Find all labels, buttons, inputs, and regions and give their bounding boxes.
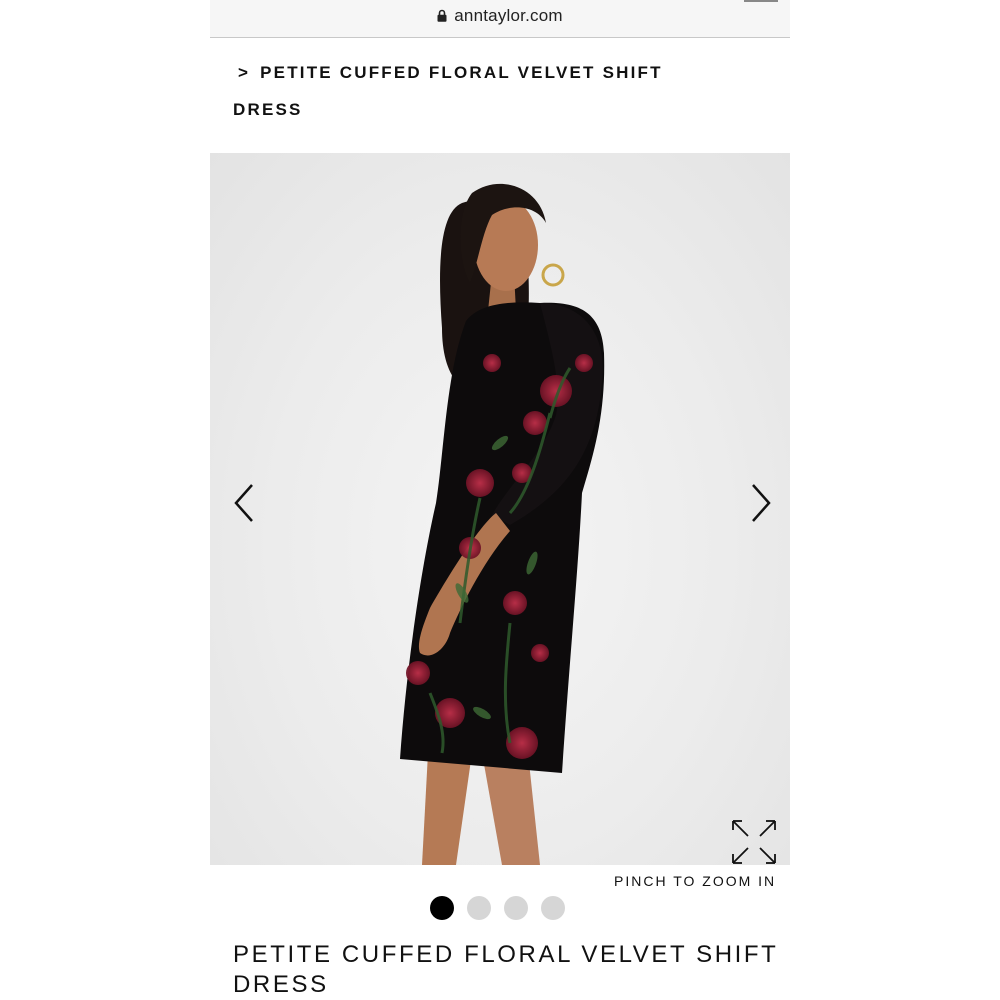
chevron-right-icon	[752, 484, 771, 522]
url-text: anntaylor.com	[454, 6, 563, 25]
carousel-dot-4[interactable]	[541, 896, 565, 920]
carousel-pagination	[430, 896, 565, 920]
chevron-left-icon	[234, 484, 253, 522]
breadcrumb-separator: >	[238, 63, 251, 82]
carousel-dot-2[interactable]	[467, 896, 491, 920]
product-title: PETITE CUFFED FLORAL VELVET SHIFT DRESS	[233, 941, 778, 998]
product-photo	[400, 183, 605, 865]
product-image-carousel[interactable]	[210, 153, 790, 865]
url-display[interactable]: anntaylor.com	[210, 6, 790, 26]
breadcrumb: > PETITE CUFFED FLORAL VELVET SHIFT DRESS	[233, 54, 703, 128]
lock-icon	[437, 9, 447, 22]
carousel-dot-3[interactable]	[504, 896, 528, 920]
browser-url-bar[interactable]: anntaylor.com	[210, 0, 790, 38]
next-image-button[interactable]	[745, 483, 775, 523]
breadcrumb-current[interactable]: PETITE CUFFED FLORAL VELVET SHIFT DRESS	[233, 63, 663, 119]
previous-image-button[interactable]	[230, 483, 260, 523]
zoom-hint: PINCH TO ZOOM IN	[614, 873, 777, 889]
fullscreen-button[interactable]	[730, 818, 778, 865]
carousel-dot-1[interactable]	[430, 896, 454, 920]
mobile-viewport: anntaylor.com > PETITE CUFFED FLORAL VELV…	[210, 0, 790, 1000]
tab-indicator	[744, 0, 778, 2]
expand-icon	[732, 820, 776, 864]
